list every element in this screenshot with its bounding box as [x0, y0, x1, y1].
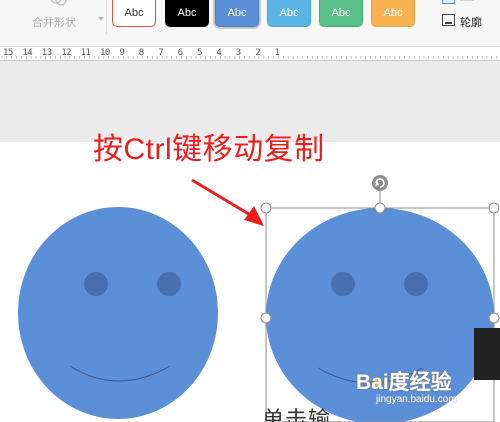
page-text-fragment: 单击输: [262, 407, 332, 422]
ruler-number: 6: [177, 48, 183, 58]
fill-button-label-clipped[interactable]: [460, 0, 500, 4]
merge-shapes-button[interactable]: 合并形状: [18, 0, 104, 34]
ruler-number: 1: [274, 48, 280, 58]
annotation-caption: 按Ctrl键移动复制: [93, 133, 325, 166]
fill-icon[interactable]: [442, 0, 455, 4]
ribbon-divider: [106, 0, 107, 34]
ruler-number: 9: [119, 48, 125, 58]
ruler-number: 13: [41, 48, 52, 58]
shape-style-gallery: Abc Abc Abc Abc Abc Abc: [108, 0, 424, 34]
style-swatch-white[interactable]: Abc: [112, 0, 156, 27]
horizontal-ruler[interactable]: 15 14 13 12 11 10 9 8 7 6 5 4 3 2 1: [0, 47, 500, 61]
ruler-number: 8: [138, 48, 144, 58]
merge-shapes-icon: [50, 0, 68, 6]
ruler-number: 3: [235, 48, 241, 58]
style-swatch-blue[interactable]: Abc: [215, 0, 259, 27]
ruler-number: 15: [3, 48, 13, 58]
ruler-number: 2: [255, 48, 261, 58]
outline-label: 轮廓: [460, 17, 482, 29]
watermark: Bai度经验 jingyan.baidu.com: [356, 366, 496, 422]
ruler-number: 10: [100, 48, 110, 58]
merge-shapes-label: 合并形状: [32, 17, 76, 29]
watermark-url: jingyan.baidu.com: [376, 394, 457, 405]
ruler-number: 11: [80, 48, 91, 58]
ruler-number: 12: [61, 48, 72, 58]
style-swatch-black[interactable]: Abc: [165, 0, 209, 27]
ruler-number: 5: [197, 48, 202, 58]
chevron-down-icon: [98, 17, 104, 21]
ruler-ticks: [1, 56, 498, 59]
watermark-logo-text: Bai度经验: [356, 371, 452, 394]
ruler-number: 4: [216, 48, 222, 58]
style-swatch-light-blue[interactable]: Abc: [267, 0, 311, 27]
ruler-number: 14: [22, 48, 33, 58]
ruler-number: 7: [158, 48, 164, 58]
outline-icon: [442, 14, 455, 26]
ribbon-toolbar: 合并形状 Abc Abc Abc Abc Abc Abc 轮廓: [0, 0, 500, 47]
style-swatch-green[interactable]: Abc: [319, 0, 363, 27]
style-swatch-orange[interactable]: Abc: [371, 0, 415, 27]
